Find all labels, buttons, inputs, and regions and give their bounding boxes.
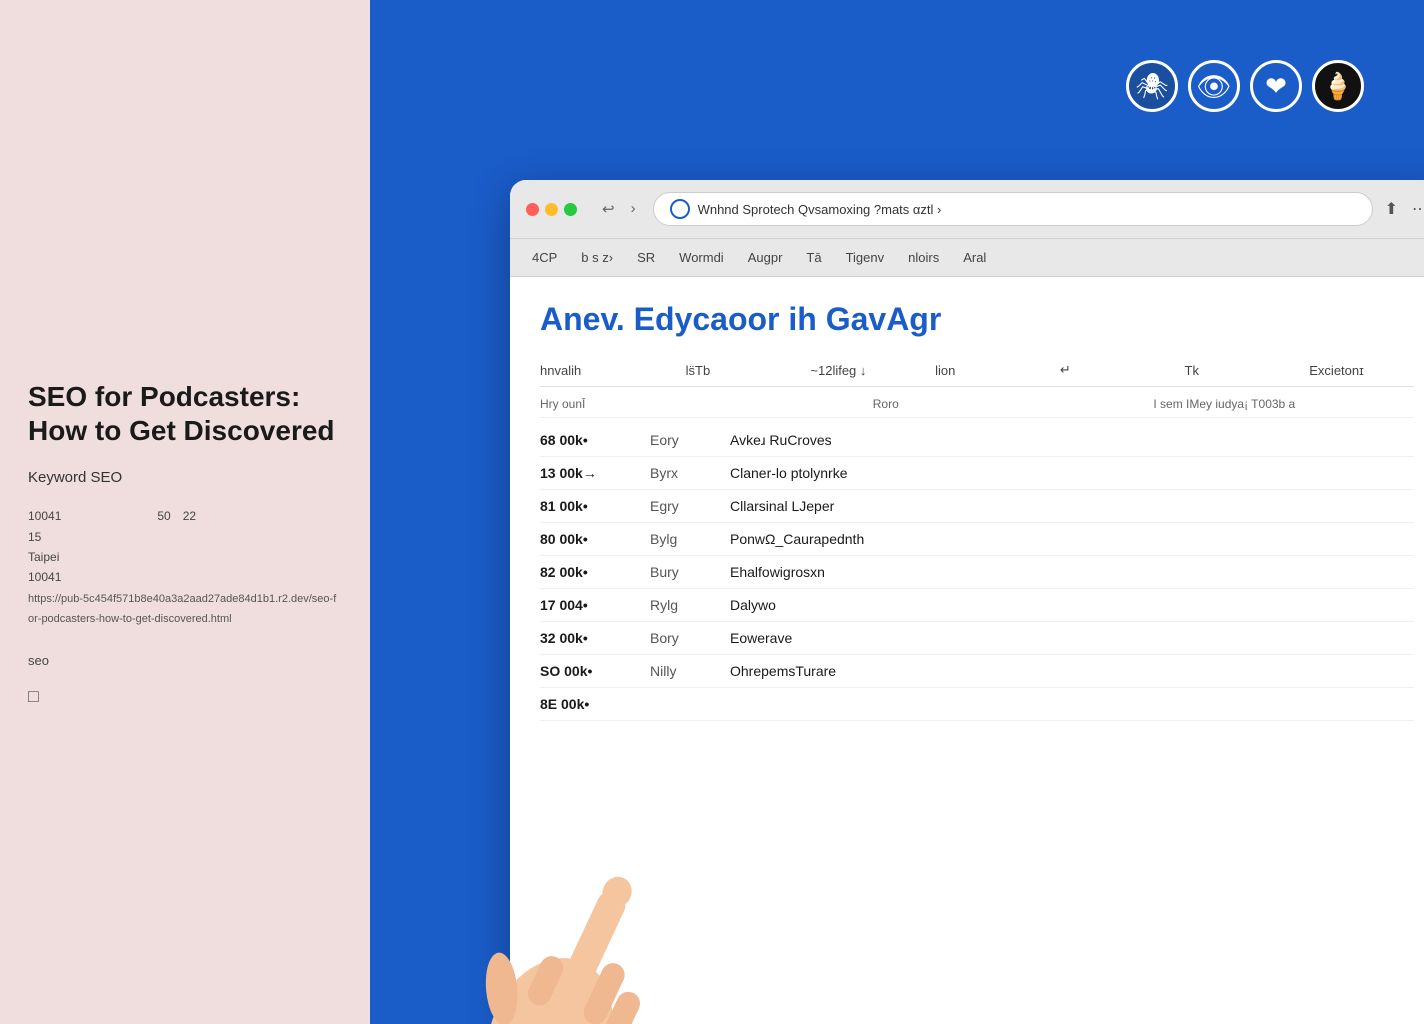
table-header-col-3[interactable]: lion (935, 363, 1040, 378)
browser-window: ↩ › Wnhnd Sprotech Qvsamoxing ?mats αztl… (510, 180, 1424, 1024)
col-keyword: Eowerave (730, 630, 1414, 646)
nav-item-1[interactable]: b s z› (579, 247, 615, 268)
close-button[interactable] (526, 203, 539, 216)
col-difficulty: Egry (650, 498, 710, 514)
table-subheader-col-0: Hry ounĪ (540, 397, 853, 411)
col-keyword: PonwΩ_Caurapednth (730, 531, 1414, 547)
icon-spider: 🕷 (1126, 60, 1178, 112)
nav-item-4[interactable]: Augpr (746, 247, 785, 268)
table-row[interactable]: SO 00k• Nilly OhrepemsTurare (540, 655, 1414, 688)
nav-buttons: ↩ › (597, 198, 641, 220)
col-volume: 8E 00k• (540, 696, 630, 712)
col-difficulty: Bury (650, 564, 710, 580)
table-subheader-col-2: I sem IMey iudya¡ T003b a (1153, 397, 1414, 411)
page-title-part2: Edycaoor (634, 301, 780, 337)
share-icon[interactable]: ⬆ (1385, 199, 1398, 219)
table-body: 68 00k• Eory Avkeɹ RuCroves 13 00k→ Byrx Clan… (540, 424, 1414, 721)
col-keyword: Claner-lo ptolynrke (730, 465, 1414, 481)
table-header-col-5[interactable]: Tk (1185, 363, 1290, 378)
nav-item-5[interactable]: Tā (804, 247, 823, 268)
table-row[interactable]: 82 00k• Bury Ehalfowigrosxn (540, 556, 1414, 589)
page-title-part4: GavAgr (826, 301, 942, 337)
sidebar-meta: 10041 50 22 15 Taipei 10041 https://pub-… (28, 506, 342, 629)
icon-heart: ❤ (1250, 60, 1302, 112)
table-header-col-6[interactable]: Excietonɪ (1309, 363, 1414, 378)
top-icons-bar: 🕷 👁 ❤ 🍦 (1126, 60, 1364, 112)
nav-item-6[interactable]: Tigenv (844, 247, 887, 268)
col-keyword: Cllarsinal LJeper (730, 498, 1414, 514)
table-row[interactable]: 32 00k• Bory Eowerave (540, 622, 1414, 655)
sidebar-tag: seo (28, 653, 342, 668)
sidebar: SEO for Podcasters: How to Get Discovere… (0, 0, 370, 1024)
nav-item-2[interactable]: SR (635, 247, 657, 268)
forward-button[interactable]: › (626, 198, 641, 220)
icon-icecream: 🍦 (1312, 60, 1364, 112)
icon-eye: 👁 (1188, 60, 1240, 112)
content-page-title: Anev. Edycaoor ih GavAgr (540, 301, 1414, 338)
col-difficulty: Nilly (650, 663, 710, 679)
col-volume: 13 00k→ (540, 465, 630, 481)
col-keyword: Ehalfowigrosxn (730, 564, 1414, 580)
table-row[interactable]: 81 00k• Egry Cllarsinal LJeper (540, 490, 1414, 523)
col-volume: 17 004• (540, 597, 630, 613)
table-header-col-2[interactable]: ~12lifeg ↓ (810, 363, 915, 378)
col-volume: 68 00k• (540, 432, 630, 448)
page-title: SEO for Podcasters: How to Get Discovere… (28, 380, 342, 447)
col-keyword: Avkeɹ RuCroves (730, 432, 1414, 448)
browser-chrome: ↩ › Wnhnd Sprotech Qvsamoxing ?mats αztl… (510, 180, 1424, 239)
col-volume: 82 00k• (540, 564, 630, 580)
col-difficulty: Eory (650, 432, 710, 448)
col-difficulty: Bory (650, 630, 710, 646)
table-row[interactable]: 68 00k• Eory Avkeɹ RuCroves (540, 424, 1414, 457)
nav-item-7[interactable]: nloirs (906, 247, 941, 268)
address-text: Wnhnd Sprotech Qvsamoxing ?mats αztl › (698, 202, 1356, 217)
table-row[interactable]: 13 00k→ Byrx Claner-lo ptolynrke (540, 457, 1414, 490)
table-header-col-1[interactable]: ls̈Tb (686, 363, 791, 378)
address-bar[interactable]: Wnhnd Sprotech Qvsamoxing ?mats αztl › (653, 192, 1373, 226)
table-header: hnvalih ls̈Tb ~12lifeg ↓ lion ↵ Tk Excietonɪ (540, 354, 1414, 387)
table-subheader-col-1: Roro (873, 397, 1134, 411)
sidebar-subtitle: Keyword SEO (28, 469, 342, 486)
table-header-col-0[interactable]: hnvalih (540, 363, 666, 378)
browser-content: Anev. Edycaoor ih GavAgr hnvalih ls̈Tb ~12… (510, 277, 1424, 1024)
table-header-col-4[interactable]: ↵ (1060, 362, 1165, 378)
browser-toolbar-icons: ⬆ ⋯ (1385, 199, 1424, 219)
page-title-part1: Anev. (540, 301, 625, 337)
back-button[interactable]: ↩ (597, 198, 620, 220)
table-row[interactable]: 8E 00k• (540, 688, 1414, 721)
traffic-lights (526, 203, 577, 216)
nav-item-8[interactable]: Aral (961, 247, 988, 268)
browser-nav-bar: 4CP b s z› SR Wormdi Augpr Tā Tigenv nloirs Aral (510, 239, 1424, 277)
col-keyword: OhrepemsTurare (730, 663, 1414, 679)
more-icon[interactable]: ⋯ (1412, 199, 1424, 219)
col-volume: SO 00k• (540, 663, 630, 679)
col-volume: 80 00k• (540, 531, 630, 547)
col-difficulty: Byrx (650, 465, 710, 481)
page-title-part3: ih (788, 301, 816, 337)
table-subheader: Hry ounĪ Roro I sem IMey iudya¡ T003b a (540, 391, 1414, 418)
col-difficulty: Rylg (650, 597, 710, 613)
col-difficulty: Bylg (650, 531, 710, 547)
col-volume: 81 00k• (540, 498, 630, 514)
browser-icon (670, 199, 690, 219)
main-area: 🕷 👁 ❤ 🍦 ↩ › Wnhnd Sprotech Qvsamoxing ?m… (370, 0, 1424, 1024)
col-volume: 32 00k• (540, 630, 630, 646)
nav-item-3[interactable]: Wormdi (677, 247, 726, 268)
table-row[interactable]: 17 004• Rylg Dalywo (540, 589, 1414, 622)
nav-item-0[interactable]: 4CP (530, 247, 559, 268)
table-row[interactable]: 80 00k• Bylg PonwΩ_Caurapednth (540, 523, 1414, 556)
minimize-button[interactable] (545, 203, 558, 216)
sidebar-icon: □ (28, 686, 342, 707)
maximize-button[interactable] (564, 203, 577, 216)
col-keyword: Dalywo (730, 597, 1414, 613)
